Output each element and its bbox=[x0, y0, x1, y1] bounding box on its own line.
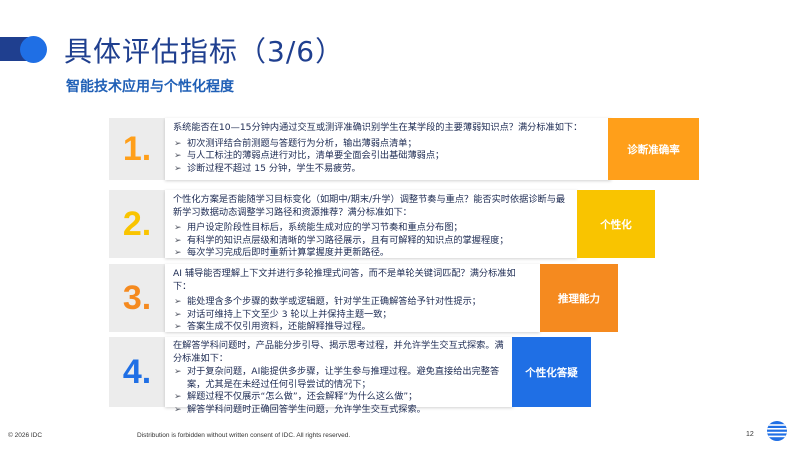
criteria-list: ➢ 能处理含多个步骤的数学或逻辑题，针对学生正确解答给予针对性提示； ➢ 对话可维持… bbox=[173, 296, 534, 334]
tag-diagnosis-accuracy: 诊断准确率 bbox=[608, 118, 699, 180]
arrow-bullet-icon: ➢ bbox=[174, 223, 182, 233]
criteria-item: ➢ 初次测评结合前测题与答题行为分析，输出薄弱点清单； bbox=[174, 137, 417, 149]
criteria-item: ➢ 对话可维持上下文至少 3 轮以上并保持主题一致； bbox=[174, 308, 392, 320]
card-body: AI 辅导能否理解上下文并进行多轮推理式问答，而不是单轮关键词匹配？满分标准如下… bbox=[165, 264, 540, 332]
criteria-list: ➢ 对于复杂问题，AI能提供多步骤，让学生参与推理过程。避免直接给出完整答案，尤其… bbox=[173, 366, 507, 416]
criteria-item: ➢ 解答学科问题时正确回答学生问题，允许学生交互式探索。 bbox=[174, 403, 426, 415]
arrow-bullet-icon: ➢ bbox=[174, 151, 182, 161]
criteria-item: ➢ 对于复杂问题，AI能提供多步骤，让学生参与推理过程。避免直接给出完整答案，尤其… bbox=[174, 366, 500, 390]
arrow-bullet-icon: ➢ bbox=[174, 322, 182, 332]
arrow-bullet-icon: ➢ bbox=[174, 297, 182, 307]
card-question: 系统能否在10—15分钟内通过交互或测评准确识别学生在某学段的主要薄弱知识点？满… bbox=[173, 122, 583, 133]
arrow-bullet-icon: ➢ bbox=[174, 309, 182, 320]
page-number: 12 bbox=[746, 431, 754, 438]
card-body: 个性化方案是否能随学习目标变化（如期中/期末/升学）调整节奏与重点？能否实时依据… bbox=[165, 190, 577, 258]
criteria-item: ➢ 答案生成不仅引用资料，还能解释推导过程。 bbox=[174, 321, 371, 332]
card-number-box: 2. bbox=[109, 190, 165, 258]
tag-personalization: 个性化 bbox=[577, 190, 655, 258]
criteria-item: ➢ 用户设定阶段性目标后，系统能生成对应的学习节奏和重点分布图； bbox=[174, 222, 463, 233]
arrow-bullet-icon: ➢ bbox=[174, 235, 182, 246]
criteria-item: ➢ 有科学的知识点层级和清晰的学习路径展示，且有可解释的知识点的掌握程度； bbox=[174, 234, 509, 246]
criteria-item: ➢ 与人工标注的薄弱点进行对比，清单要全面会引出基础薄弱点； bbox=[174, 150, 445, 161]
card-question: AI 辅导能否理解上下文并进行多轮推理式问答，而不是单轮关键词匹配？满分标准如下… bbox=[173, 268, 516, 292]
title-dot-accent bbox=[20, 36, 47, 63]
card-question: 个性化方案是否能随学习目标变化（如期中/期末/升学）调整节奏与重点？能否实时依据… bbox=[173, 194, 566, 218]
card-number: 1. bbox=[122, 130, 152, 168]
card-number-box: 1. bbox=[109, 118, 165, 180]
criteria-list: ➢ 用户设定阶段性目标后，系统能生成对应的学习节奏和重点分布图； ➢ 有科学的知识点… bbox=[173, 222, 571, 260]
arrow-bullet-icon: ➢ bbox=[174, 392, 182, 402]
arrow-bullet-icon: ➢ bbox=[174, 163, 182, 174]
card-number-box: 3. bbox=[109, 264, 165, 332]
card-body: 在解答学科问题时，产品能分步引导、揭示思考过程，并允许学生交互式探索。满分标准如… bbox=[165, 337, 513, 415]
page-subtitle: 智能技术应用与个性化程度 bbox=[66, 79, 234, 95]
page-title: 具体评估指标（3/6） bbox=[64, 35, 345, 68]
tag-personalized-qa: 个性化答疑 bbox=[512, 337, 591, 407]
card-body: 系统能否在10—15分钟内通过交互或测评准确识别学生在某学段的主要薄弱知识点？满… bbox=[165, 118, 611, 180]
criteria-item: ➢ 能处理含多个步骤的数学或逻辑题，针对学生正确解答给予针对性提示； bbox=[174, 296, 481, 307]
criteria-item: ➢ 解题过程不仅展示“怎么做”，还会解释“为什么这么做”； bbox=[174, 391, 418, 402]
arrow-bullet-icon: ➢ bbox=[174, 404, 182, 415]
criteria-list: ➢ 初次测评结合前测题与答题行为分析，输出薄弱点清单； ➢ 与人工标注的薄弱点进行对… bbox=[173, 138, 605, 176]
footer-notice: Distribution is forbidden without writte… bbox=[137, 432, 351, 439]
card-number: 3. bbox=[122, 279, 152, 317]
card-number: 4. bbox=[122, 353, 152, 391]
arrow-bullet-icon: ➢ bbox=[174, 367, 182, 377]
footer-copyright: © 2026 IDC bbox=[8, 432, 43, 439]
criteria-item: ➢ 每次学习完成后即时重新计算掌握度并更新路径。 bbox=[174, 247, 390, 258]
card-question: 在解答学科问题时，产品能分步引导、揭示思考过程，并允许学生交互式探索。满分标准如… bbox=[173, 340, 504, 364]
criteria-item: ➢ 诊断过程不超过 15 分钟，学生不易疲劳。 bbox=[174, 162, 361, 174]
card-number-box: 4. bbox=[109, 337, 165, 407]
arrow-bullet-icon: ➢ bbox=[174, 248, 182, 258]
arrow-bullet-icon: ➢ bbox=[174, 138, 182, 149]
tag-reasoning-ability: 推理能力 bbox=[540, 264, 618, 332]
idc-globe-logo bbox=[767, 421, 787, 441]
card-number: 2. bbox=[122, 205, 152, 243]
